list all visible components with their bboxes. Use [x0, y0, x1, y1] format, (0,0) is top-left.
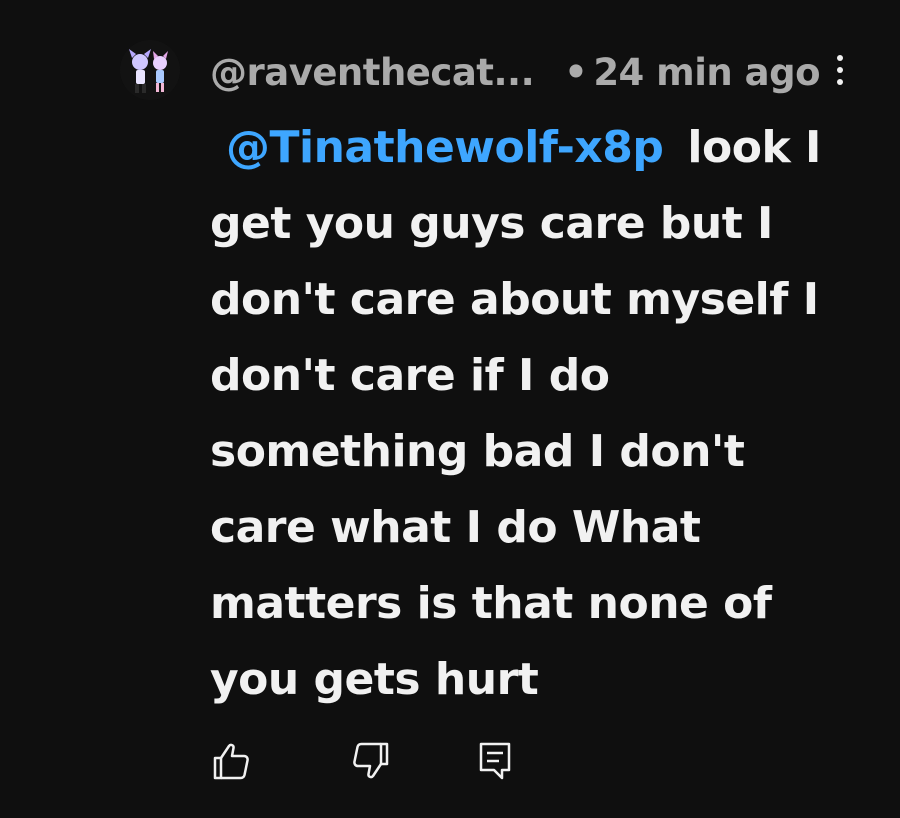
comment-line: something bad I don't	[210, 426, 745, 477]
comment-line: get you guys care but I	[210, 198, 773, 249]
menu-dot	[837, 67, 843, 73]
comment-line: don't care about myself I	[210, 274, 819, 325]
avatar[interactable]	[120, 40, 180, 100]
menu-dot	[837, 79, 843, 85]
comment-line: matters is that none of	[210, 578, 772, 629]
like-button[interactable]	[208, 738, 254, 784]
timestamp[interactable]: 24 min ago	[593, 51, 820, 94]
author-name[interactable]: @raventhecat...	[210, 51, 535, 94]
comment-line: don't care if I do	[210, 350, 610, 401]
reply-button[interactable]	[472, 738, 518, 784]
thumbs-up-icon	[213, 743, 249, 780]
more-vertical-icon[interactable]	[826, 50, 854, 90]
comment-actions	[0, 738, 900, 788]
comment-header: @raventhecat... • 24 min ago	[210, 48, 821, 96]
separator-dot: •	[564, 50, 588, 94]
menu-dot	[837, 55, 843, 61]
reply-icon	[479, 742, 511, 780]
comment-line: care what I do What	[210, 502, 701, 553]
avatar-illustration	[120, 40, 180, 100]
comment-line-text: look I	[687, 122, 821, 173]
comment-text: @Tinathewolf-x8p look I get you guys care…	[210, 110, 860, 718]
mention-link[interactable]: @Tinathewolf-x8p	[226, 122, 664, 173]
comment-card: @raventhecat... • 24 min ago @Tinathewol…	[0, 0, 900, 818]
dislike-button[interactable]	[348, 738, 394, 784]
comment-line: @Tinathewolf-x8p look I	[210, 110, 860, 186]
thumbs-down-icon	[353, 742, 389, 779]
comment-line: you gets hurt	[210, 654, 539, 705]
